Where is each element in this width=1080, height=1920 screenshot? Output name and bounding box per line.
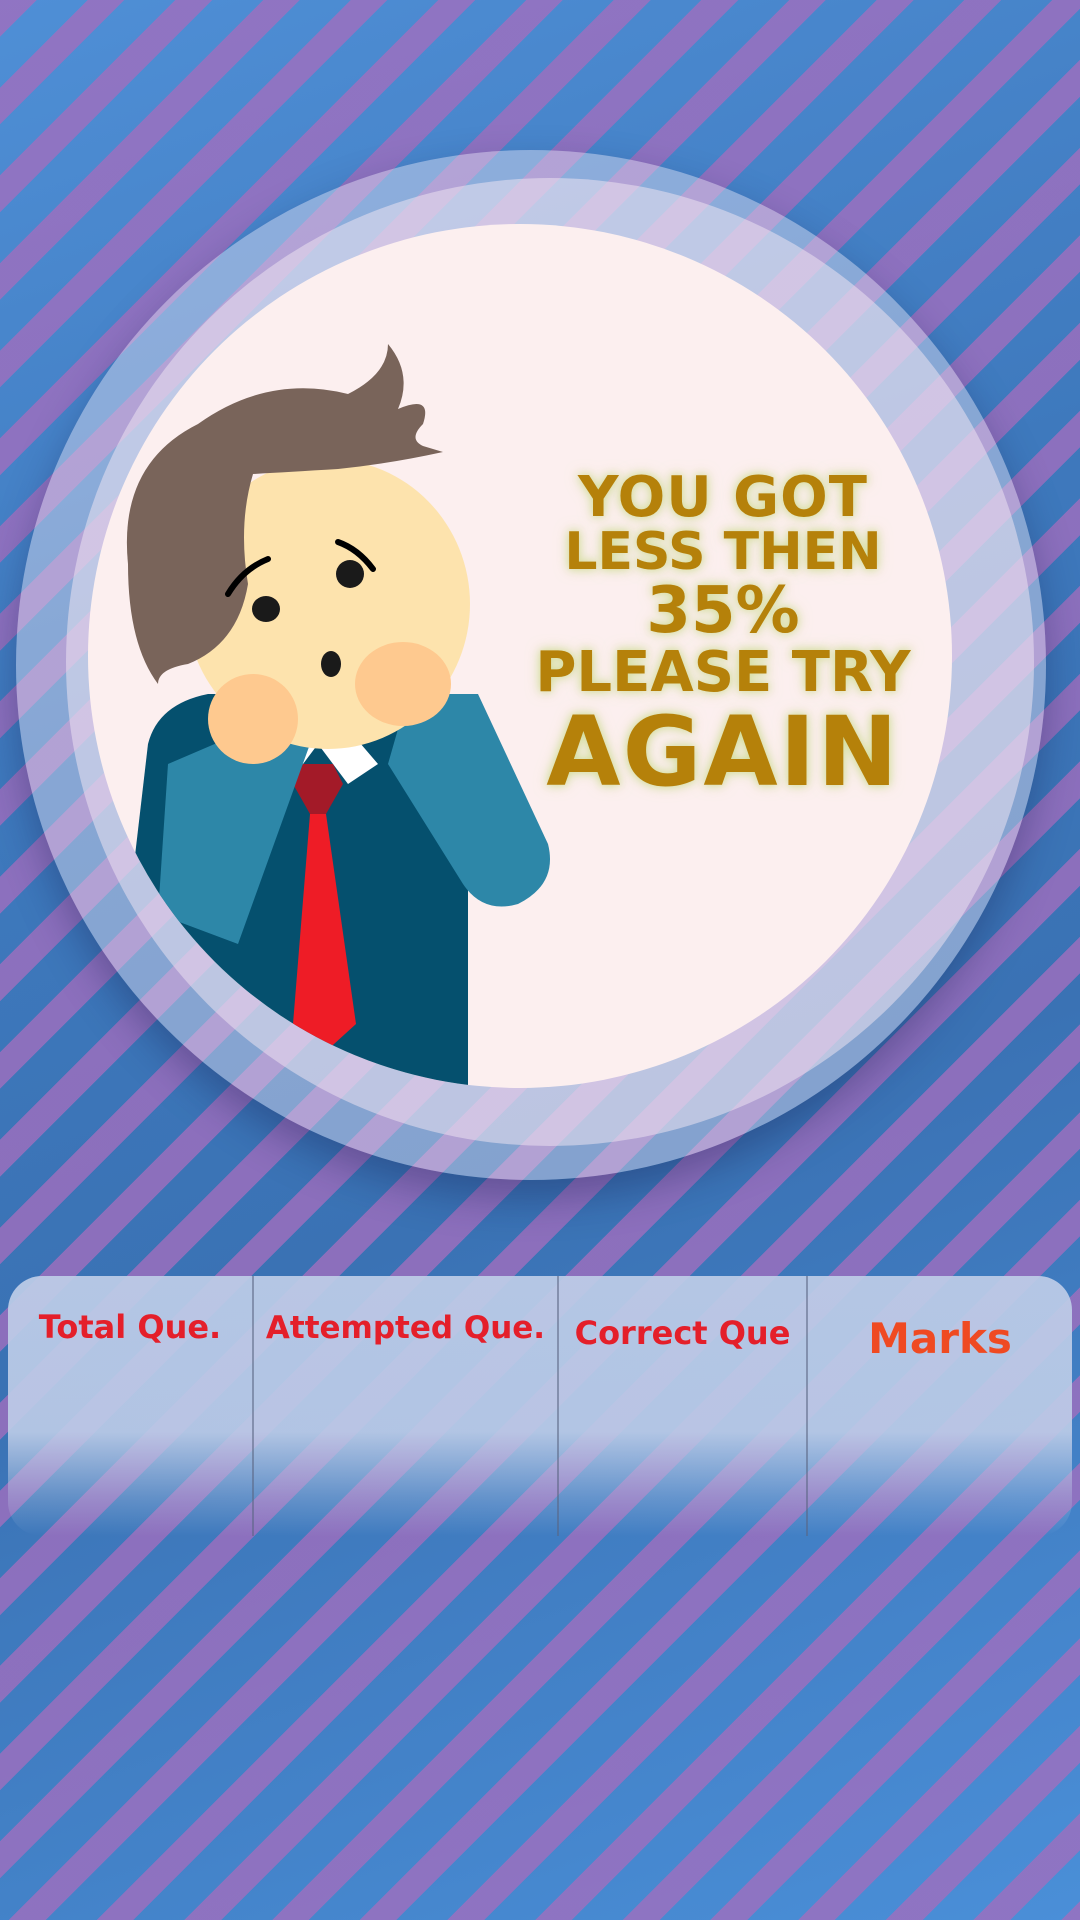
- percentage-threshold: 35%: [646, 574, 800, 649]
- message-line-2: LESS THEN 35%: [528, 526, 918, 644]
- result-disc: YOU GOT LESS THEN 35% PLEASE TRY AGAIN: [88, 224, 952, 1088]
- message-line-4: AGAIN: [546, 695, 900, 808]
- message-line-3: PLEASE TRY: [535, 640, 911, 706]
- correct-questions-label: Correct Que: [574, 1314, 791, 1352]
- stat-attempted-questions: Attempted Que.: [252, 1276, 557, 1536]
- stats-panel: Total Que. Attempted Que. Correct Que Ma…: [8, 1276, 1072, 1536]
- stat-total-questions: Total Que.: [8, 1276, 252, 1536]
- attempted-questions-label: Attempted Que.: [265, 1310, 546, 1346]
- stat-correct-questions: Correct Que: [557, 1276, 806, 1536]
- marks-label: Marks: [868, 1314, 1012, 1363]
- stat-marks: Marks: [806, 1276, 1072, 1536]
- result-message: YOU GOT LESS THEN 35% PLEASE TRY AGAIN: [528, 469, 918, 801]
- message-line-1: YOU GOT: [578, 465, 868, 530]
- total-questions-label: Total Que.: [38, 1308, 222, 1346]
